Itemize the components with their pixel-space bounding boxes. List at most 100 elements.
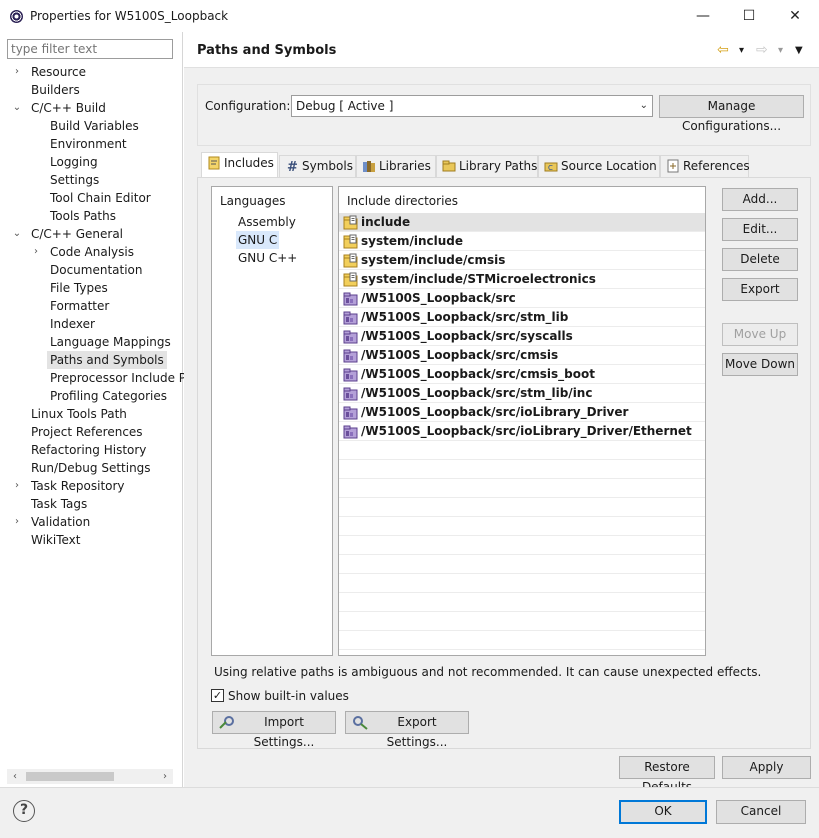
language-item[interactable]: GNU C	[236, 231, 280, 249]
scrollbar-thumb[interactable]	[26, 772, 114, 781]
tree-chevron-icon[interactable]: ›	[12, 513, 22, 531]
tree-item[interactable]: Builders	[28, 81, 83, 99]
include-directory-row[interactable]: system/include/cmsis	[339, 251, 705, 270]
tab-library-paths[interactable]: Library Paths	[436, 155, 538, 177]
view-menu-icon[interactable]: ▼	[795, 45, 803, 56]
configuration-select[interactable]: Debug [ Active ] ⌄	[291, 95, 653, 117]
include-directory-row[interactable]: /W5100S_Loopback/src/ioLibrary_Driver	[339, 403, 705, 422]
tab-references[interactable]: References	[660, 155, 750, 177]
help-icon[interactable]: ?	[13, 800, 35, 822]
language-item[interactable]: Assembly	[236, 213, 298, 231]
tree-item[interactable]: Validation	[28, 513, 93, 531]
ok-button[interactable]: OK	[619, 800, 707, 824]
include-directory-row[interactable]: /W5100S_Loopback/src/stm_lib	[339, 308, 705, 327]
tree-item[interactable]: Environment	[47, 135, 130, 153]
tab-libraries[interactable]: Libraries	[356, 155, 436, 177]
delete-button[interactable]: Delete	[722, 248, 798, 271]
back-arrow-icon[interactable]: ⇦	[717, 42, 729, 58]
apply-button[interactable]: Apply	[722, 756, 811, 779]
scroll-left-icon[interactable]: ‹	[7, 769, 23, 784]
tree-chevron-icon[interactable]: ⌄	[12, 225, 22, 243]
languages-list[interactable]: Languages Assembly GNU C GNU C++	[211, 186, 333, 656]
forward-arrow-icon[interactable]: ⇨	[756, 42, 768, 58]
edit-button[interactable]: Edit...	[722, 218, 798, 241]
tree-item[interactable]: Logging	[47, 153, 101, 171]
tab-source-location[interactable]: C Source Location	[538, 155, 660, 177]
tab-label: Libraries	[379, 159, 431, 173]
tree-item[interactable]: Linux Tools Path	[28, 405, 130, 423]
tree-item[interactable]: Tools Paths	[47, 207, 119, 225]
tree-item[interactable]: Paths and Symbols	[47, 351, 167, 369]
include-directory-path: system/include/STMicroelectronics	[361, 272, 596, 286]
tab-symbols[interactable]: # Symbols	[279, 155, 356, 177]
empty-row	[339, 517, 705, 536]
tree-item[interactable]: Task Repository	[28, 477, 128, 495]
include-directory-row[interactable]: system/include	[339, 232, 705, 251]
tree-item[interactable]: Language Mappings	[47, 333, 174, 351]
tree-item[interactable]: Indexer	[47, 315, 98, 333]
include-directories-list[interactable]: Include directories include system/includ…	[338, 186, 706, 656]
tree-item[interactable]: Settings	[47, 171, 102, 189]
tree-chevron-icon[interactable]: ⌄	[12, 99, 22, 117]
include-directory-path: /W5100S_Loopback/src/ioLibrary_Driver/Et…	[361, 424, 692, 438]
tree-item[interactable]: Documentation	[47, 261, 146, 279]
scroll-right-icon[interactable]: ›	[157, 769, 173, 784]
empty-row	[339, 460, 705, 479]
back-dropdown-icon[interactable]: ▾	[739, 45, 744, 56]
include-directory-row[interactable]: /W5100S_Loopback/src/syscalls	[339, 327, 705, 346]
tree-item[interactable]: Task Tags	[28, 495, 90, 513]
tab-label: Library Paths	[459, 159, 538, 173]
tree-chevron-icon[interactable]: ›	[12, 63, 22, 81]
tree-chevron-icon[interactable]: ›	[31, 243, 41, 261]
tree-item[interactable]: Project References	[28, 423, 146, 441]
tree-item[interactable]: Code Analysis	[47, 243, 137, 261]
import-settings-button[interactable]: Import Settings...	[212, 711, 336, 749]
maximize-button[interactable]: ☐	[726, 4, 772, 28]
tree-item[interactable]: Run/Debug Settings	[28, 459, 154, 477]
export-settings-button[interactable]: Export Settings...	[345, 711, 469, 749]
close-button[interactable]: ✕	[772, 4, 818, 28]
include-directory-row[interactable]: /W5100S_Loopback/src/stm_lib/inc	[339, 384, 705, 403]
tree-chevron-icon[interactable]: ›	[12, 477, 22, 495]
export-settings-icon	[353, 716, 368, 730]
forward-dropdown-icon[interactable]: ▾	[778, 45, 783, 56]
filter-input[interactable]	[7, 39, 173, 59]
languages-header: Languages	[220, 194, 286, 208]
minimize-button[interactable]: —	[680, 4, 726, 28]
tab-label: Includes	[224, 156, 274, 170]
tree-item[interactable]: Resource	[28, 63, 89, 81]
include-directory-row[interactable]: /W5100S_Loopback/src	[339, 289, 705, 308]
tree-item[interactable]: Profiling Categories	[47, 387, 170, 405]
tab-includes[interactable]: Includes	[201, 152, 278, 178]
language-item[interactable]: GNU C++	[236, 249, 299, 267]
include-directory-row[interactable]: /W5100S_Loopback/src/cmsis	[339, 346, 705, 365]
tree-item[interactable]: Tool Chain Editor	[47, 189, 154, 207]
tree-item[interactable]: Refactoring History	[28, 441, 149, 459]
tree-item[interactable]: C/C++ General	[28, 225, 126, 243]
restore-defaults-button[interactable]: Restore Defaults	[619, 756, 715, 794]
move-up-button[interactable]: Move Up	[722, 323, 798, 346]
include-directory-row[interactable]: /W5100S_Loopback/src/ioLibrary_Driver/Et…	[339, 422, 705, 441]
include-directory-path: /W5100S_Loopback/src/cmsis	[361, 348, 559, 362]
move-down-button[interactable]: Move Down	[722, 353, 798, 376]
manage-configurations-button[interactable]: Manage Configurations...	[659, 95, 804, 133]
left-navigation-panel: › ResourceBuilders ⌄ C/C++ BuildBuild Varia…	[0, 32, 186, 787]
relative-paths-warning: Using relative paths is ambiguous and no…	[214, 665, 762, 679]
tree-item[interactable]: C/C++ Build	[28, 99, 109, 117]
include-directory-row[interactable]: /W5100S_Loopback/src/cmsis_boot	[339, 365, 705, 384]
show-builtin-checkbox[interactable]: ✓	[211, 689, 224, 702]
export-button[interactable]: Export	[722, 278, 798, 301]
tree-item[interactable]: WikiText	[28, 531, 84, 549]
horizontal-scrollbar[interactable]: ‹ ›	[7, 769, 173, 784]
cancel-button[interactable]: Cancel	[716, 800, 806, 824]
include-directory-row[interactable]: include	[339, 213, 705, 232]
tree-item[interactable]: Preprocessor Include P	[47, 369, 189, 387]
include-directory-row[interactable]: system/include/STMicroelectronics	[339, 270, 705, 289]
add-button[interactable]: Add...	[722, 188, 798, 211]
page-title: Paths and Symbols	[197, 43, 337, 58]
tree-item[interactable]: File Types	[47, 279, 111, 297]
tree-item[interactable]: Build Variables	[47, 117, 142, 135]
include-directory-path: system/include	[361, 234, 464, 248]
tree-item[interactable]: Formatter	[47, 297, 112, 315]
library-paths-icon	[442, 160, 456, 172]
